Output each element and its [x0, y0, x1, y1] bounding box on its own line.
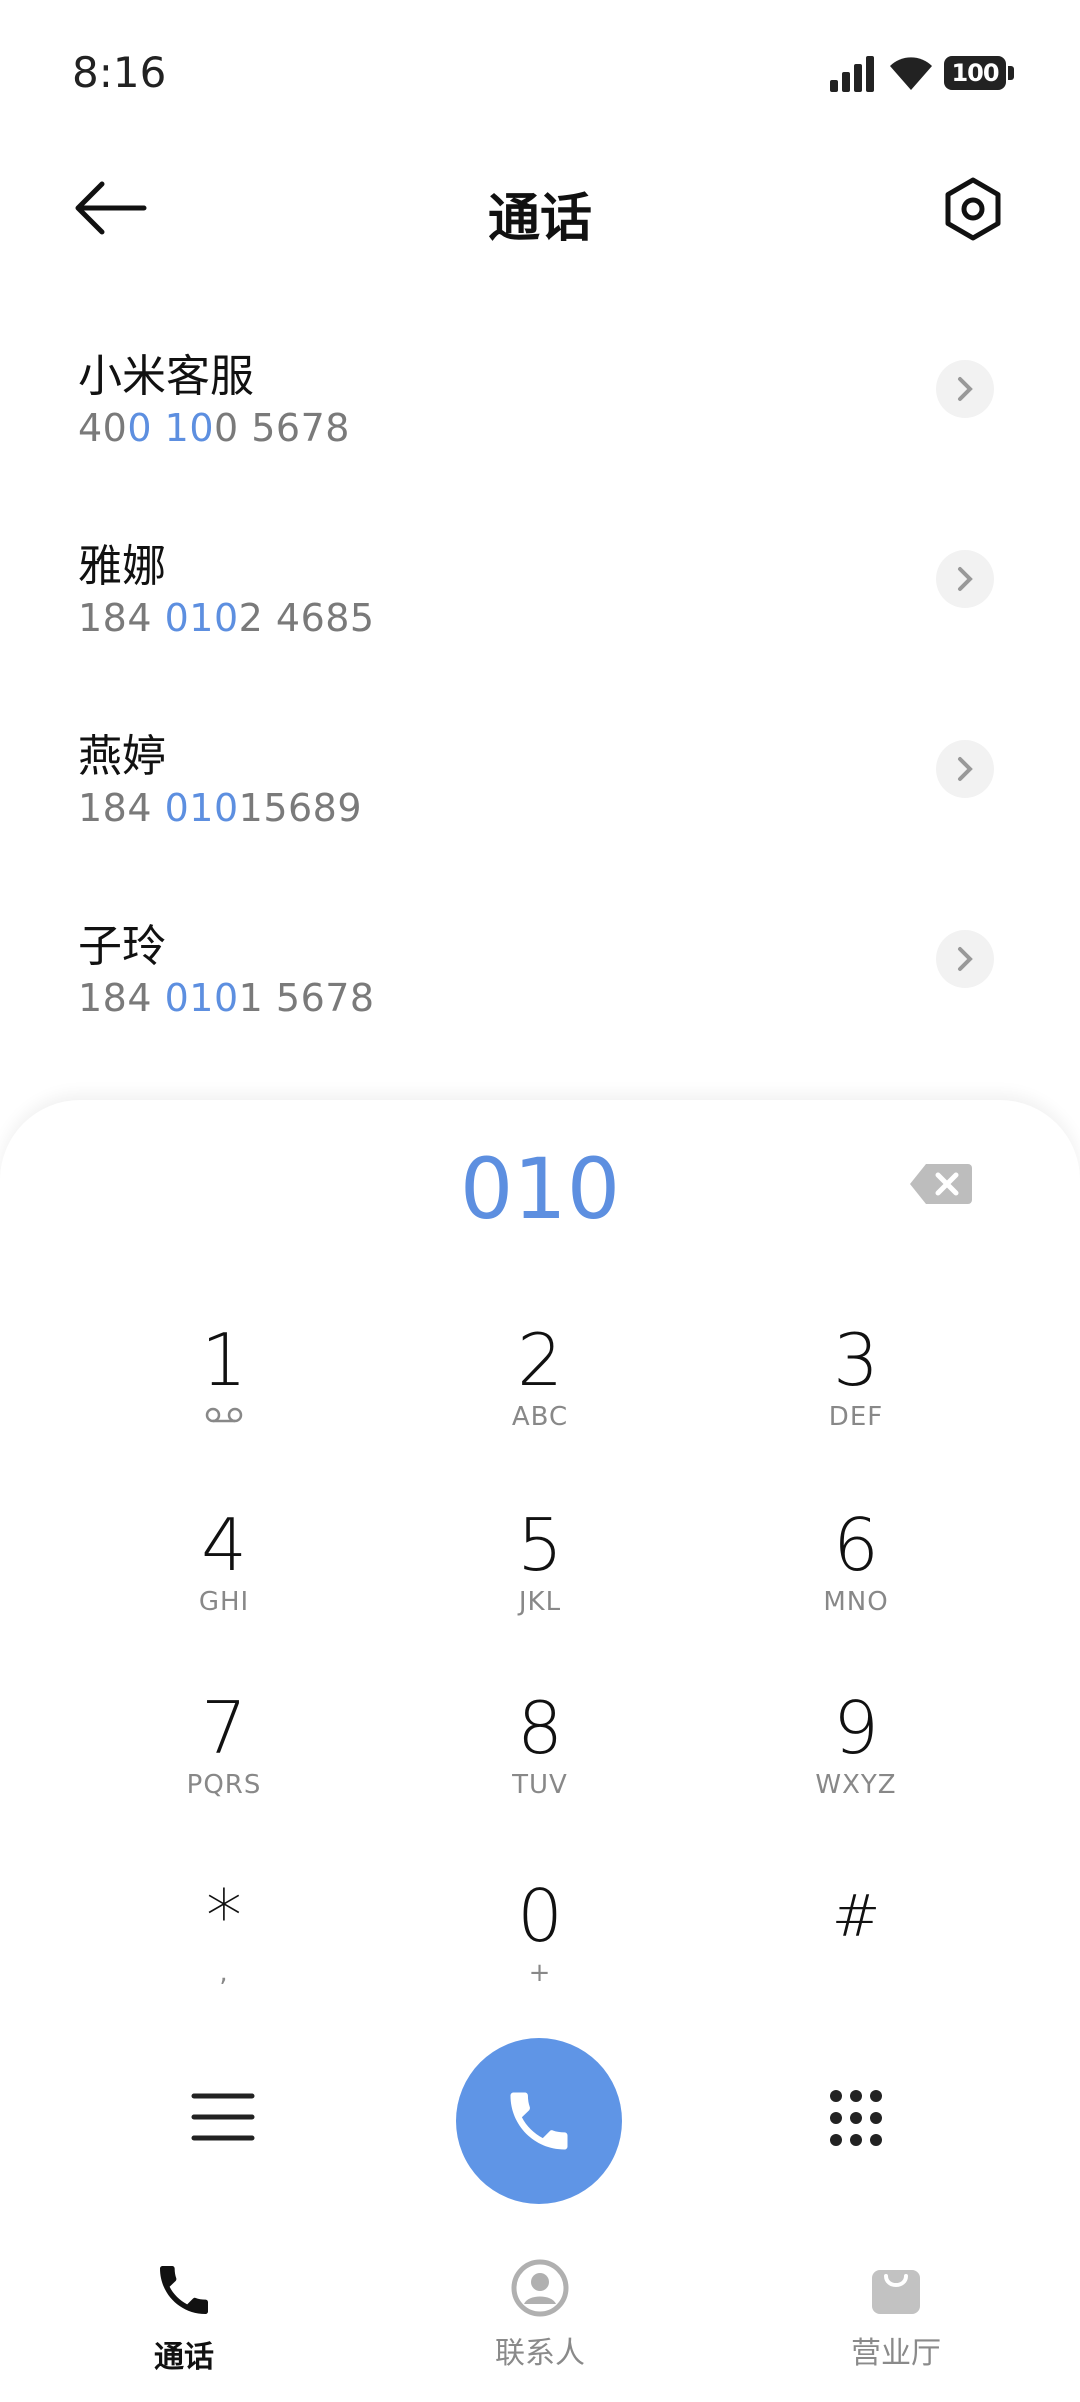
contact-name: 燕婷 [78, 731, 166, 782]
contact-item[interactable]: 燕婷 184 01015689 [0, 720, 1080, 910]
status-time: 8:16 [72, 48, 167, 97]
contact-number: 184 0101 5678 [78, 976, 375, 1020]
key-star[interactable]: * , [74, 1876, 374, 2036]
tab-contacts[interactable]: 联系人 [440, 2258, 640, 2372]
key-2[interactable]: 2 ABC [390, 1320, 690, 1480]
menu-icon[interactable] [190, 2090, 256, 2144]
phone-icon [510, 2092, 568, 2150]
status-bar: 8:16 100 [0, 0, 1080, 140]
contact-item[interactable]: 小米客服 400 100 5678 [0, 340, 1080, 530]
key-3[interactable]: 3 DEF [706, 1320, 1006, 1480]
backspace-icon[interactable] [908, 1162, 974, 1206]
contact-detail-button[interactable] [936, 740, 994, 798]
contact-number: 400 100 5678 [78, 406, 350, 450]
key-4[interactable]: 4 GHI [74, 1505, 374, 1665]
key-5[interactable]: 5 JKL [390, 1505, 690, 1665]
shop-bag-icon [872, 2270, 920, 2314]
contact-detail-button[interactable] [936, 930, 994, 988]
contact-number: 184 0102 4685 [78, 596, 375, 640]
contact-number: 184 01015689 [78, 786, 363, 830]
key-8[interactable]: 8 TUV [390, 1688, 690, 1848]
settings-gear-icon[interactable] [940, 176, 1006, 242]
wifi-icon [890, 57, 932, 90]
battery-indicator: 100 [944, 56, 1014, 90]
chevron-right-icon [958, 567, 973, 591]
contact-name: 小米客服 [78, 351, 254, 402]
chevron-right-icon [958, 947, 973, 971]
voicemail-icon [205, 1407, 243, 1423]
key-hash[interactable]: # [706, 1876, 1006, 2036]
key-1[interactable]: 1 [74, 1320, 374, 1480]
key-7[interactable]: 7 PQRS [74, 1688, 374, 1848]
contact-name: 子玲 [78, 921, 166, 972]
contact-detail-button[interactable] [936, 360, 994, 418]
key-9[interactable]: 9 WXYZ [706, 1688, 1006, 1848]
signal-icon [830, 56, 874, 92]
phone-icon [160, 2266, 208, 2314]
contact-name: 雅娜 [78, 541, 166, 592]
chevron-right-icon [958, 377, 973, 401]
bottom-navigation: 通话 联系人 营业厅 [0, 2230, 1080, 2402]
key-0[interactable]: 0 + [390, 1876, 690, 2036]
tab-shop[interactable]: 营业厅 [796, 2258, 996, 2372]
page-title: 通话 [487, 189, 592, 249]
tab-calls[interactable]: 通话 [84, 2258, 284, 2376]
contact-item[interactable]: 雅娜 184 0102 4685 [0, 530, 1080, 720]
contact-detail-button[interactable] [936, 550, 994, 608]
contact-item[interactable]: 子玲 184 0101 5678 [0, 910, 1080, 1100]
chevron-right-icon [958, 757, 973, 781]
key-6[interactable]: 6 MNO [706, 1505, 1006, 1665]
keypad-grid-icon[interactable] [828, 2088, 884, 2148]
call-button[interactable] [456, 2038, 622, 2204]
contacts-icon [511, 2259, 569, 2317]
